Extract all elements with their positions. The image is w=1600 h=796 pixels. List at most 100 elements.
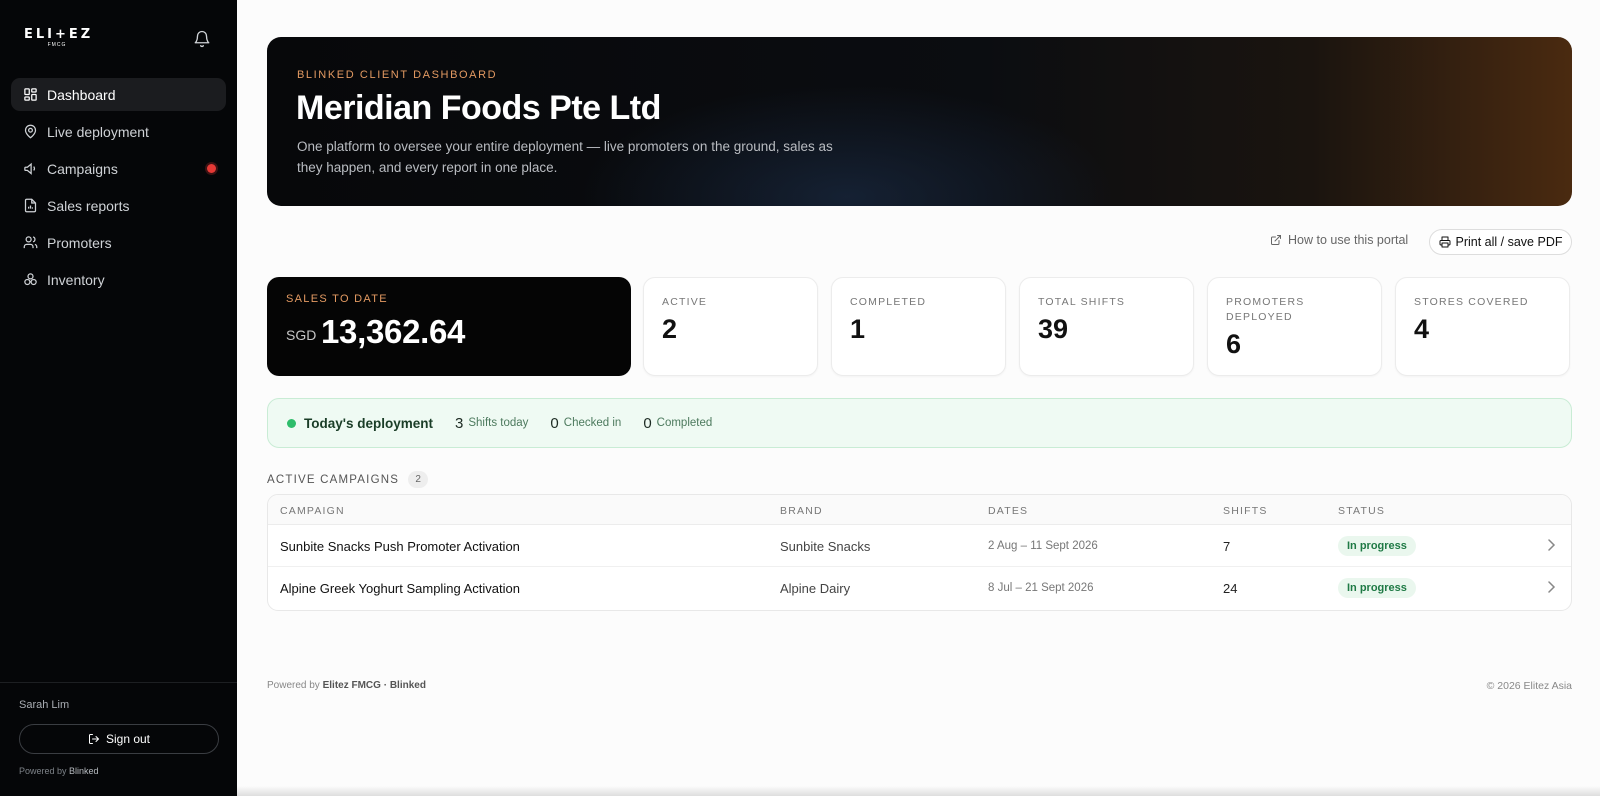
sign-out-label: Sign out: [105, 732, 151, 746]
campaign-name: Sunbite Snacks Push Promoter Activation: [280, 539, 520, 554]
campaign-brand: Sunbite Snacks: [780, 539, 871, 554]
notification-dot: [207, 164, 216, 173]
column-header-brand[interactable]: BRAND: [780, 505, 823, 517]
stat-value: 4: [1414, 314, 1430, 344]
page-title: Meridian Foods Pte Ltd: [296, 89, 661, 127]
stat-active: ACTIVE 2: [643, 277, 818, 376]
stat-value: 2: [662, 314, 678, 344]
campaign-dates: 8 Jul – 21 Sept 2026: [988, 582, 1094, 594]
live-status-dot: [287, 418, 296, 428]
footer-powered-brand: Elitez FMCG · Blinked: [322, 680, 426, 691]
logo-word: ELI+EZ: [24, 27, 94, 42]
stat-label: COMPLETED: [850, 296, 927, 308]
stat-label: PROMOTERS DEPLOYED: [1226, 296, 1305, 323]
footer-powered-by: Powered by Elitez FMCG · Blinked: [267, 680, 426, 691]
chevron-right-icon: [1548, 581, 1556, 593]
column-header-status[interactable]: STATUS: [1338, 505, 1385, 517]
checked-in-value: 0: [550, 414, 559, 432]
sign-out-button[interactable]: Sign out: [19, 724, 219, 754]
sidebar-item-label: Promoters: [47, 234, 112, 251]
campaign-dates: 2 Aug – 11 Sept 2026: [988, 540, 1098, 552]
powered-prefix: Powered by: [19, 766, 67, 776]
stat-promoters-deployed: PROMOTERS DEPLOYED 6: [1207, 277, 1382, 376]
chevron-right-icon: [1548, 539, 1556, 551]
sidebar-item-sales-reports[interactable]: Sales reports: [11, 189, 226, 222]
sidebar-item-dashboard[interactable]: Dashboard: [11, 78, 226, 111]
logo-sub: FMCG: [47, 42, 67, 48]
stat-value: 6: [1226, 329, 1242, 359]
table-row[interactable]: Sunbite Snacks Push Promoter Activation …: [268, 525, 1571, 567]
external-link-icon: [1271, 235, 1281, 245]
sidebar-nav: Dashboard Live deployment Campaigns Sale…: [11, 78, 226, 300]
stat-currency: SGD: [286, 327, 317, 343]
bottom-edge: [237, 786, 1600, 796]
footer-copyright: © 2026 Elitez Asia: [1486, 680, 1572, 692]
campaign-shifts: 24: [1223, 581, 1238, 596]
stat-value: 13,362.64: [321, 313, 466, 350]
campaign-count-badge: 2: [408, 471, 429, 488]
main-content: BLINKED CLIENT DASHBOARD Meridian Foods …: [237, 0, 1600, 796]
stat-value: 1: [850, 314, 866, 344]
status-badge: In progress: [1338, 578, 1416, 598]
help-link-label: How to use this portal: [1288, 233, 1409, 247]
completed-value: 0: [643, 414, 652, 432]
section-title-text: ACTIVE CAMPAIGNS: [267, 473, 400, 486]
status-badge: In progress: [1338, 536, 1416, 556]
sidebar-item-campaigns[interactable]: Campaigns: [11, 152, 226, 185]
sidebar-item-label: Sales reports: [47, 197, 130, 214]
footer-powered-prefix: Powered by: [267, 680, 320, 691]
printer-icon: [1439, 236, 1450, 248]
table-row[interactable]: Alpine Greek Yoghurt Sampling Activation…: [268, 567, 1571, 609]
stat-completed: COMPLETED 1: [831, 277, 1006, 376]
sidebar-item-label: Inventory: [47, 271, 105, 288]
stat-label: SALES TO DATE: [286, 293, 388, 305]
checked-in-label: Checked in: [563, 417, 622, 429]
stat-label: TOTAL SHIFTS: [1038, 296, 1126, 308]
sidebar-item-label: Live deployment: [47, 123, 149, 140]
hero-description: One platform to oversee your entire depl…: [297, 139, 833, 175]
deployment-title: Today's deployment: [304, 415, 433, 431]
sidebar-divider: [0, 682, 237, 683]
campaign-brand: Alpine Dairy: [780, 581, 851, 596]
hero-eyebrow: BLINKED CLIENT DASHBOARD: [297, 69, 498, 81]
hero-banner: BLINKED CLIENT DASHBOARD Meridian Foods …: [267, 37, 1572, 206]
print-button-label: Print all / save PDF: [1455, 235, 1563, 249]
file-chart-icon: [24, 198, 37, 213]
boxes-icon: [24, 273, 37, 286]
sidebar-item-promoters[interactable]: Promoters: [11, 226, 226, 259]
campaign-name: Alpine Greek Yoghurt Sampling Activation: [280, 581, 520, 596]
sidebar-item-inventory[interactable]: Inventory: [11, 263, 226, 296]
user-name: Sarah Lim: [19, 699, 70, 711]
sidebar-item-label: Dashboard: [47, 86, 116, 103]
shifts-today-label: Shifts today: [468, 417, 529, 429]
megaphone-icon: [24, 162, 36, 175]
campaign-shifts: 7: [1223, 539, 1231, 554]
campaigns-table: CAMPAIGN BRAND DATES SHIFTS STATUS Sunbi…: [267, 494, 1572, 611]
sidebar-item-label: Campaigns: [47, 160, 118, 177]
stat-label: ACTIVE: [662, 296, 708, 308]
column-header-campaign[interactable]: CAMPAIGN: [280, 505, 345, 517]
table-header: CAMPAIGN BRAND DATES SHIFTS STATUS: [268, 495, 1571, 525]
users-icon: [23, 236, 38, 249]
help-link[interactable]: How to use this portal: [1270, 233, 1408, 247]
bell-icon[interactable]: [193, 30, 211, 48]
sidebar: ELI+EZ FMCG Dashboard Live deployment Ca…: [0, 0, 237, 796]
print-button[interactable]: Print all / save PDF: [1429, 229, 1572, 255]
map-pin-icon: [24, 124, 37, 139]
stat-sales-to-date: SALES TO DATE SGD 13,362.64: [267, 277, 631, 376]
stat-label: STORES COVERED: [1414, 296, 1529, 308]
todays-deployment-bar[interactable]: Today's deployment 3 Shifts today 0 Chec…: [267, 398, 1572, 448]
stat-total-shifts: TOTAL SHIFTS 39: [1019, 277, 1194, 376]
completed-label: Completed: [656, 417, 713, 429]
shifts-today-value: 3: [454, 414, 464, 432]
column-header-shifts[interactable]: SHIFTS: [1223, 505, 1268, 517]
dashboard-icon: [24, 88, 37, 101]
stat-value: 39: [1038, 314, 1069, 344]
sidebar-powered-by: Powered by Blinked: [19, 766, 99, 776]
brand-logo[interactable]: ELI+EZ FMCG: [24, 27, 94, 49]
column-header-dates[interactable]: DATES: [988, 505, 1028, 517]
powered-brand: Blinked: [69, 766, 99, 776]
sign-out-icon: [88, 734, 100, 744]
active-campaigns-heading: ACTIVE CAMPAIGNS 2: [267, 471, 429, 488]
sidebar-item-live-deployment[interactable]: Live deployment: [11, 115, 226, 148]
